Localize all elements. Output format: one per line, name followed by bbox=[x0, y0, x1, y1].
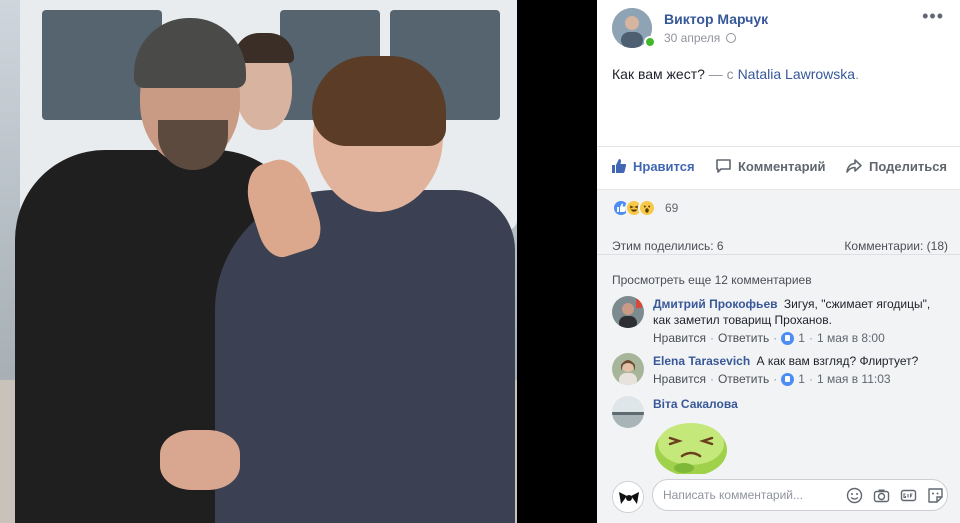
comment-meta: Нравится · Ответить · 1 · 1 мая в 11:03 bbox=[653, 371, 949, 387]
post-photo[interactable] bbox=[0, 0, 517, 523]
post-text-body: Как вам жест? bbox=[612, 66, 705, 82]
photo-handshake bbox=[160, 430, 240, 490]
composer-icons bbox=[846, 487, 944, 504]
globe-icon bbox=[726, 33, 737, 43]
commenter-name-link[interactable]: Elena Tarasevich bbox=[653, 354, 750, 368]
comment-like-count-icon bbox=[781, 372, 795, 386]
my-avatar-image bbox=[613, 482, 643, 512]
post-date-text: 30 апреля bbox=[664, 31, 721, 45]
comment-time[interactable]: 1 мая в 8:00 bbox=[817, 330, 885, 346]
camera-icon[interactable] bbox=[873, 487, 890, 504]
separator-dot: · bbox=[808, 331, 813, 345]
reactions-summary[interactable]: 69 bbox=[597, 199, 960, 219]
share-label: Поделиться bbox=[869, 158, 948, 174]
separator-dot: · bbox=[709, 331, 714, 345]
comment-like-count[interactable]: 1 bbox=[798, 371, 805, 387]
like-button[interactable]: Нравится bbox=[611, 158, 695, 174]
comment-item: Віта Сакалова bbox=[612, 396, 952, 474]
post-text: Как вам жест? — с Natalia Lawrowska. bbox=[612, 66, 859, 82]
comment-body: Віта Сакалова bbox=[653, 396, 949, 412]
comment-like-count-icon bbox=[781, 331, 795, 345]
comments-count-link[interactable]: Комментарии: (18) bbox=[844, 239, 948, 253]
more-options-icon[interactable]: ••• bbox=[922, 6, 944, 27]
share-button[interactable]: Поделиться bbox=[845, 158, 947, 174]
wow-icon-glyph bbox=[643, 205, 651, 213]
author-name-link[interactable]: Виктор Марчук bbox=[664, 11, 768, 27]
share-arrow-icon bbox=[846, 159, 862, 173]
comment-like-link[interactable]: Нравится bbox=[653, 330, 706, 346]
post-panel: Виктор Марчук 30 апреля ••• Как вам жест… bbox=[597, 0, 960, 523]
comment-reply-link[interactable]: Ответить bbox=[718, 371, 769, 387]
my-avatar bbox=[612, 481, 644, 513]
comment-text: А как вам взгляд? Флиртует? bbox=[756, 354, 919, 368]
sticker-icon[interactable] bbox=[927, 487, 944, 504]
tag-suffix: . bbox=[855, 66, 859, 82]
comment-body: Elena Tarasevich А как вам взгляд? Флирт… bbox=[653, 353, 949, 387]
sick-sticker[interactable] bbox=[654, 414, 729, 474]
separator-dot: · bbox=[773, 372, 778, 386]
photo-suit-body bbox=[215, 190, 515, 523]
commenter-avatar[interactable] bbox=[612, 296, 644, 328]
tagged-user-link[interactable]: Natalia Lawrowska bbox=[738, 66, 856, 82]
post-date[interactable]: 30 апреля bbox=[664, 31, 737, 45]
reaction-icons bbox=[612, 199, 656, 217]
commenter-name-link[interactable]: Дмитрий Прокофьев bbox=[653, 297, 778, 311]
commenter-avatar-image bbox=[612, 396, 644, 428]
comment-like-count[interactable]: 1 bbox=[798, 330, 805, 346]
like-label: Нравится bbox=[633, 158, 695, 174]
comment-time[interactable]: 1 мая в 11:03 bbox=[817, 371, 891, 387]
comment-like-link[interactable]: Нравится bbox=[653, 371, 706, 387]
wow-icon bbox=[638, 199, 656, 217]
separator-dot: · bbox=[773, 331, 778, 345]
comment-composer bbox=[612, 479, 952, 513]
commenter-avatar[interactable] bbox=[612, 353, 644, 385]
commenter-avatar[interactable] bbox=[612, 396, 644, 428]
separator-dot: · bbox=[808, 372, 813, 386]
comment-item: Дмитрий Прокофьев Зигуя, "сжимает ягодиц… bbox=[612, 296, 952, 345]
see-more-comments-link[interactable]: Просмотреть еще 12 комментариев bbox=[612, 273, 812, 287]
photo-suit-hair bbox=[312, 56, 446, 146]
separator-dot: · bbox=[709, 372, 714, 386]
comment-reply-link[interactable]: Ответить bbox=[718, 330, 769, 346]
commenter-avatar-image bbox=[612, 296, 644, 328]
with-separator: — с bbox=[704, 66, 738, 82]
emoji-icon[interactable] bbox=[846, 487, 863, 504]
post-action-bar: Нравится Комментарий Поделиться bbox=[597, 146, 960, 190]
gif-icon[interactable] bbox=[900, 487, 917, 504]
commenter-name-link[interactable]: Віта Сакалова bbox=[653, 397, 738, 411]
shares-count-link[interactable]: Этим поделились: 6 bbox=[612, 239, 724, 253]
thumbs-up-icon bbox=[612, 159, 627, 173]
reaction-count: 69 bbox=[665, 201, 679, 215]
comment-item: Elena Tarasevich А как вам взгляд? Флирт… bbox=[612, 353, 952, 389]
comment-bubble-icon bbox=[716, 159, 731, 173]
comment-label: Комментарий bbox=[738, 158, 826, 174]
commenter-avatar-image bbox=[612, 353, 644, 385]
post-stats: Этим поделились: 6 Комментарии: (18) bbox=[597, 239, 960, 255]
comment-body: Дмитрий Прокофьев Зигуя, "сжимает ягодиц… bbox=[653, 296, 949, 346]
comment-meta: Нравится · Ответить · 1 · 1 мая в 8:00 bbox=[653, 330, 949, 346]
online-status-dot bbox=[644, 36, 656, 48]
